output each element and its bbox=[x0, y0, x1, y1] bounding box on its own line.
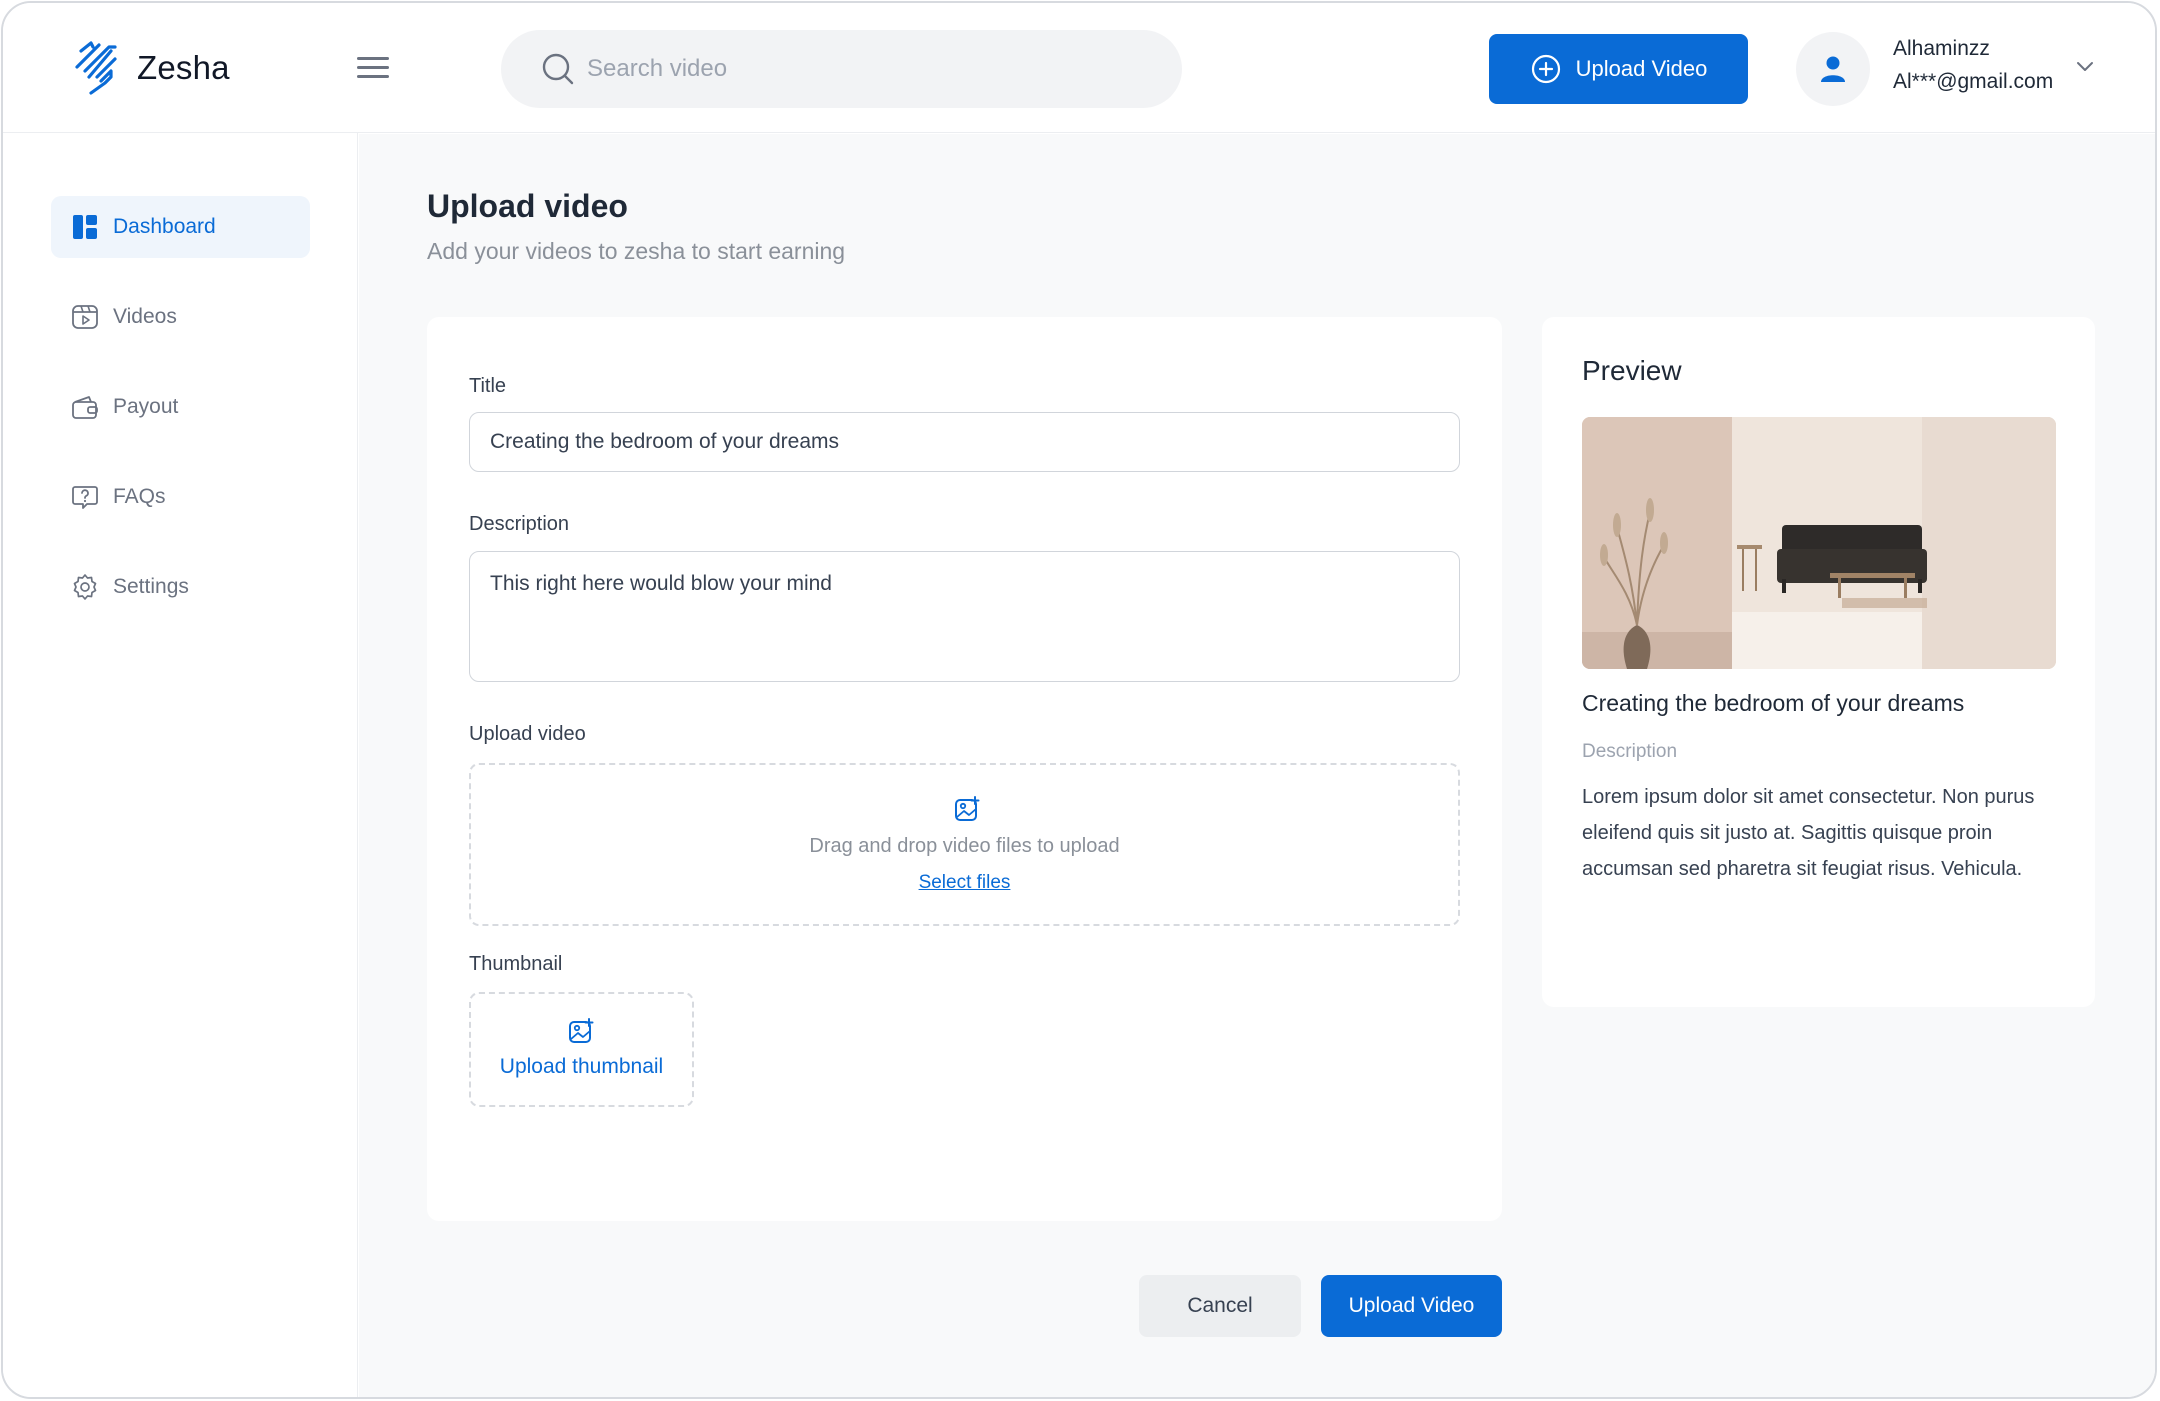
brand-logo[interactable]: Zesha bbox=[71, 37, 230, 99]
search-bar[interactable] bbox=[501, 30, 1182, 108]
image-upload-icon bbox=[955, 796, 980, 821]
plus-circle-icon bbox=[1531, 54, 1560, 84]
video-dropzone[interactable]: Drag and drop video files to upload Sele… bbox=[469, 763, 1460, 926]
upload-video-button[interactable]: Upload Video bbox=[1321, 1275, 1502, 1337]
image-upload-icon bbox=[569, 1018, 594, 1043]
sidebar-item-label: Payout bbox=[113, 395, 179, 418]
thumbnail-label: Thumbnail bbox=[469, 953, 563, 975]
user-avatar[interactable] bbox=[1796, 32, 1870, 106]
user-icon bbox=[1821, 56, 1845, 82]
preview-video-title: Creating the bedroom of your dreams bbox=[1582, 690, 1965, 716]
gear-icon bbox=[73, 574, 97, 600]
sidebar: Dashboard Videos Payout FAQs Settings bbox=[3, 133, 358, 1397]
select-files-link[interactable]: Select files bbox=[471, 872, 1458, 894]
zesha-logo-icon bbox=[75, 41, 117, 95]
hamburger-menu-icon[interactable] bbox=[357, 57, 389, 81]
thumbnail-upload-box[interactable]: Upload thumbnail bbox=[469, 992, 694, 1107]
preview-heading: Preview bbox=[1582, 355, 1682, 386]
description-textarea[interactable]: This right here would blow your mind bbox=[469, 551, 1460, 682]
search-input[interactable] bbox=[587, 55, 1147, 83]
header-upload-video-button[interactable]: Upload Video bbox=[1489, 34, 1748, 104]
chevron-down-icon[interactable] bbox=[2076, 61, 2094, 73]
search-icon bbox=[542, 53, 574, 85]
sidebar-item-label: FAQs bbox=[113, 485, 166, 508]
preview-description-label: Description bbox=[1582, 741, 1678, 762]
preview-description: Lorem ipsum dolor sit amet consectetur. … bbox=[1582, 786, 2035, 880]
preview-thumbnail-image bbox=[1582, 417, 2056, 669]
upload-thumbnail-text: Upload thumbnail bbox=[499, 1055, 664, 1078]
question-icon bbox=[72, 486, 98, 509]
preview-card: Preview Creating the bedroom of your dre… bbox=[1542, 317, 2095, 1007]
page-title: Upload video bbox=[427, 188, 628, 224]
sidebar-item-label: Videos bbox=[113, 305, 177, 328]
title-label: Title bbox=[469, 375, 507, 397]
sidebar-item-payout[interactable]: Payout bbox=[51, 376, 310, 438]
sidebar-item-faqs[interactable]: FAQs bbox=[51, 466, 310, 528]
user-name: Alhaminzz bbox=[1893, 37, 1990, 60]
dropzone-text: Drag and drop video files to upload bbox=[809, 835, 1120, 857]
main-content: Upload video Add your videos to zesha to… bbox=[359, 134, 2155, 1397]
cancel-button[interactable]: Cancel bbox=[1139, 1275, 1301, 1337]
sidebar-item-label: Dashboard bbox=[113, 215, 216, 238]
top-header: Zesha Upload Video Alh bbox=[3, 3, 2155, 133]
user-email: Al***@gmail.com bbox=[1893, 70, 2054, 93]
app-window: Zesha Upload Video Alh bbox=[1, 1, 2157, 1399]
sidebar-item-videos[interactable]: Videos bbox=[51, 286, 310, 348]
wallet-icon bbox=[72, 396, 98, 419]
header-upload-label: Upload Video bbox=[1575, 56, 1708, 81]
upload-video-label: Upload video bbox=[469, 723, 586, 745]
dashboard-icon bbox=[73, 215, 97, 239]
sidebar-item-label: Settings bbox=[113, 575, 189, 598]
upload-form-card: Title Description This right here would … bbox=[427, 317, 1502, 1221]
description-label: Description bbox=[469, 513, 570, 535]
brand-name: Zesha bbox=[137, 49, 230, 86]
sidebar-item-dashboard[interactable]: Dashboard bbox=[51, 196, 310, 258]
title-input[interactable] bbox=[469, 412, 1460, 472]
video-icon bbox=[72, 305, 98, 329]
page-subtitle: Add your videos to zesha to start earnin… bbox=[427, 238, 846, 264]
sidebar-item-settings[interactable]: Settings bbox=[51, 556, 310, 618]
